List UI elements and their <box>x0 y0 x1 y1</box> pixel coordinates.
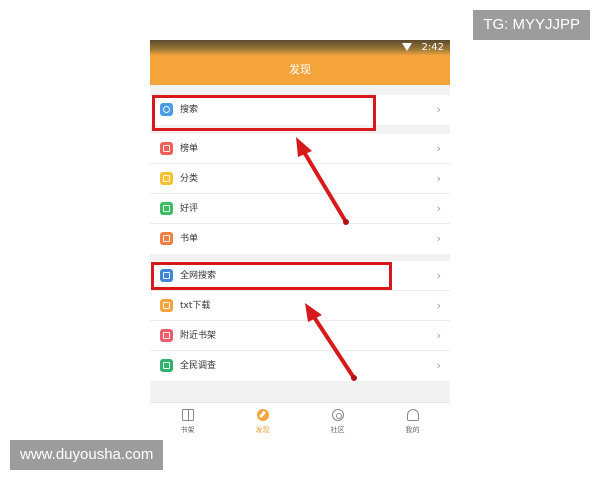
menu-item-good-reviews[interactable]: 好评 › <box>150 194 450 224</box>
menu-item-survey[interactable]: 全民调查 › <box>150 351 450 381</box>
screenshot-stage: 2:42 发现 搜索 › 榜单 › 分类 › 好评 › 书单 › 全网搜索 › … <box>0 0 600 480</box>
chevron-right-icon: › <box>436 329 441 342</box>
bottom-tab-bar: 书架 发现 社区 我的 <box>150 402 450 440</box>
tab-bookshelf[interactable]: 书架 <box>150 403 225 440</box>
watermark-bottom-left: www.duyousha.com <box>10 440 164 470</box>
menu-item-label: 好评 <box>180 204 199 214</box>
menu-item-category[interactable]: 分类 › <box>150 164 450 194</box>
page-title: 发现 <box>150 55 450 85</box>
tab-community[interactable]: 社区 <box>300 403 375 440</box>
chevron-right-icon: › <box>436 172 441 185</box>
menu-item-label: 榜单 <box>180 144 199 154</box>
menu-item-label: 书单 <box>180 234 199 244</box>
tab-label: 我的 <box>405 426 420 434</box>
txt-download-icon <box>160 299 173 312</box>
compass-icon <box>256 409 269 421</box>
menu-group-discover: 榜单 › 分类 › 好评 › 书单 › <box>150 134 450 254</box>
menu-item-booklist[interactable]: 书单 › <box>150 224 450 254</box>
menu-item-ranking[interactable]: 榜单 › <box>150 134 450 164</box>
highlight-box-web-search <box>151 262 392 290</box>
highlight-box-search <box>152 95 376 131</box>
chevron-right-icon: › <box>436 103 441 116</box>
watermark-top-right: TG: MYYJJPP <box>473 10 590 40</box>
nearby-shelf-icon <box>160 329 173 342</box>
chevron-right-icon: › <box>436 269 441 282</box>
profile-icon <box>406 409 419 421</box>
menu-item-nearby-shelf[interactable]: 附近书架 › <box>150 321 450 351</box>
chevron-right-icon: › <box>436 142 441 155</box>
menu-item-label: 全民调查 <box>180 361 217 371</box>
tab-label: 发现 <box>255 426 270 434</box>
chevron-right-icon: › <box>436 202 441 215</box>
booklist-icon <box>160 232 173 245</box>
bookshelf-icon <box>181 409 194 421</box>
status-time: 2:42 <box>421 42 444 53</box>
community-icon <box>331 409 344 421</box>
tab-label: 书架 <box>180 426 195 434</box>
menu-item-label: 分类 <box>180 174 199 184</box>
ranking-icon <box>160 142 173 155</box>
tab-discover[interactable]: 发现 <box>225 403 300 440</box>
chevron-right-icon: › <box>436 232 441 245</box>
status-bar: 2:42 <box>150 40 450 55</box>
menu-item-label: txt下载 <box>180 301 211 311</box>
menu-item-label: 附近书架 <box>180 331 217 341</box>
survey-icon <box>160 359 173 372</box>
chevron-right-icon: › <box>436 359 441 372</box>
thumbs-up-icon <box>160 202 173 215</box>
tab-profile[interactable]: 我的 <box>375 403 450 440</box>
wifi-icon <box>402 43 412 51</box>
tab-label: 社区 <box>330 426 345 434</box>
category-icon <box>160 172 173 185</box>
chevron-right-icon: › <box>436 299 441 312</box>
menu-item-txt-download[interactable]: txt下载 › <box>150 291 450 321</box>
